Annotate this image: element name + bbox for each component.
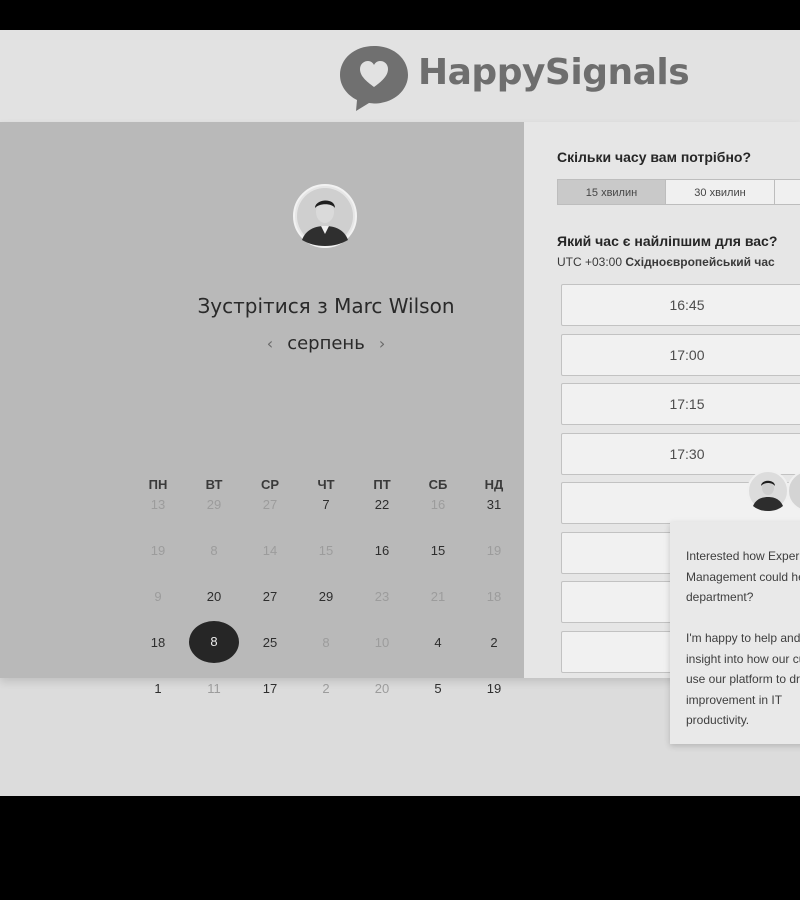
calendar-day: 8 [322,635,330,650]
calendar-day[interactable]: 25 [242,635,298,650]
chat-popup[interactable]: Interested how Experience Management cou… [670,522,800,744]
calendar-panel: Зустрітися з Marc Wilson ‹ серпень › ПН ВТ С… [0,122,524,696]
duration-15-min[interactable]: 15 хвилин [557,179,666,205]
calendar-day: 19 [486,543,502,558]
calendar-day: 16 [430,497,446,512]
calendar-day[interactable]: 2 [466,635,522,650]
calendar-day: 11 [207,681,221,696]
calendar-day: 27 [262,497,278,512]
timezone-name: Східноєвропейський час [625,255,775,269]
calendar-day[interactable]: 16 [354,543,410,558]
calendar-day-selected[interactable]: 8 [189,621,239,663]
calendar-day[interactable]: 19 [466,681,522,696]
calendar-day[interactable]: 20 [186,589,242,604]
chevron-right-icon[interactable]: › [365,334,399,353]
calendar-day[interactable]: 15 [410,543,466,558]
calendar-day: 8 [210,543,218,558]
calendar-day[interactable]: 31 [466,497,522,512]
weekday-header: СБ [428,477,448,492]
timezone-label[interactable]: UTC +03:00 Східноєвропейський час [557,255,775,269]
duration-options: 15 хвилин 30 хвилин [557,179,800,205]
calendar-day[interactable]: 1 [130,681,186,696]
time-slot[interactable]: 17:15 [561,383,800,425]
calendar-day: 29 [206,497,222,512]
calendar-day[interactable]: 5 [410,681,466,696]
header: HappySignals [0,30,800,122]
calendar-day: 15 [318,543,334,558]
weekday-header: ЧТ [317,477,335,492]
time-slot[interactable]: 16:45 [561,284,800,326]
calendar-day: 9 [154,589,162,604]
weekday-header: СР [260,477,280,492]
page: HappySignals Зустрітися з Marc Wilson ‹ с… [0,30,800,796]
weekday-header: ПТ [373,477,391,492]
calendar-day: 20 [374,681,390,696]
calendar-day: 2 [322,681,330,696]
duration-30-min[interactable]: 30 хвилин [665,179,775,205]
calendar-day: 10 [374,635,390,650]
calendar-day: 18 [486,589,502,604]
calendar-day[interactable]: 18 [130,635,186,650]
brand-logo[interactable]: HappySignals [336,42,726,112]
heart-speech-bubble-icon [340,46,408,111]
month-label: серпень [287,333,365,354]
calendar-day: 19 [150,543,166,558]
calendar-day: 23 [374,589,390,604]
weekday-header: НД [484,477,504,492]
time-slot[interactable]: 17:00 [561,333,800,376]
calendar-day: 14 [262,543,278,558]
bottom-bar [0,796,800,900]
calendar-day[interactable]: 22 [354,497,410,512]
timezone-offset: UTC +03:00 [557,255,623,269]
duration-question: Скільки часу вам потрібно? [557,149,752,165]
calendar-day[interactable]: 7 [298,497,354,512]
chevron-left-icon[interactable]: ‹ [253,334,287,353]
chat-avatar-secondary-icon[interactable] [786,470,800,512]
calendar-day[interactable]: 17 [242,681,298,696]
person-avatar [293,184,357,248]
chat-message: Interested how Experience Management cou… [686,549,800,727]
time-question: Який час є найліпшим для вас? [557,233,778,249]
calendar-day[interactable]: 29 [298,589,354,604]
calendar-day[interactable]: 27 [242,589,298,604]
weekday-header: ВТ [205,477,223,492]
calendar-day: 21 [430,589,446,604]
chat-avatar-icon[interactable] [746,470,790,512]
brand-name: HappySignals [418,52,690,93]
calendar-day: 13 [150,497,166,512]
calendar-day[interactable]: 4 [410,635,466,650]
time-slot[interactable]: 17:30 [561,432,800,475]
duration-option-more[interactable] [774,179,800,205]
weekday-header: ПН [148,477,168,492]
